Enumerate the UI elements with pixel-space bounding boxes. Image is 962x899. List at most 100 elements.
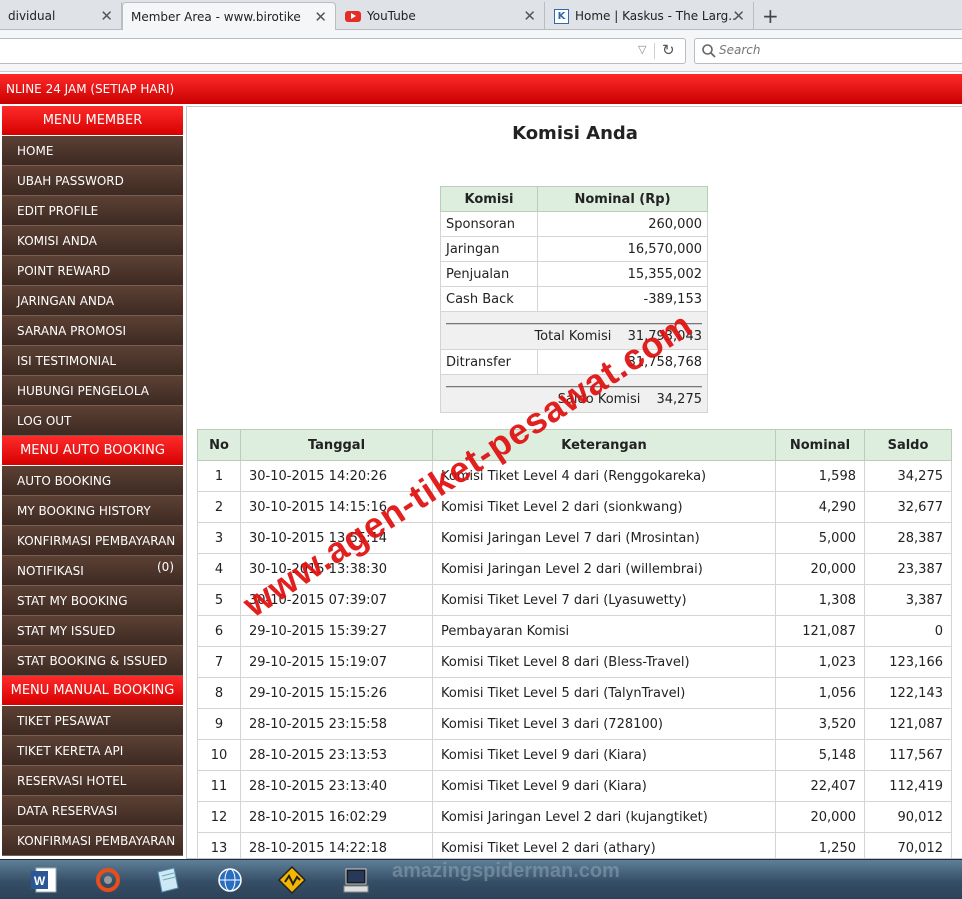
search-icon [702,44,716,58]
sidebar-item-isi-testimonial[interactable]: ISI TESTIMONIAL [2,346,183,376]
tab-label: YouTube [367,9,416,23]
row-description: Komisi Jaringan Level 2 dari (kujangtike… [432,801,776,833]
history-dropdown-icon[interactable]: ▽ [638,43,646,56]
row-nominal: 1,056 [775,677,865,709]
column-header: Nominal [775,429,865,461]
tab-member-area[interactable]: Member Area - www.birotiket.... ✕ [122,2,336,31]
notification-count-badge: (0) [157,560,174,574]
sidebar-item-konfirmasi-pembayaran-manual[interactable]: KONFIRMASI PEMBAYARAN [2,826,183,856]
sidebar-item-sarana-promosi[interactable]: SARANA PROMOSI [2,316,183,346]
row-saldo: 23,387 [864,553,952,585]
app-icon[interactable] [92,864,124,896]
taskbar-wallpaper-text: amazingspiderman.com [392,860,620,882]
sidebar-item-jaringan-anda[interactable]: JARINGAN ANDA [2,286,183,316]
winamp-icon[interactable] [276,864,308,896]
row-description: Komisi Tiket Level 9 dari (Kiara) [432,739,776,771]
table-row: 12 28-10-2015 16:02:29 Komisi Jaringan Lev… [197,801,952,833]
tab-kaskus[interactable]: K Home | Kaskus - The Larg... ✕ [546,2,754,30]
row-date: 28-10-2015 23:13:53 [240,739,433,771]
sidebar-item-reservasi-hotel[interactable]: RESERVASI HOTEL [2,766,183,796]
row-saldo: 0 [864,615,952,647]
sidebar-item-stat-my-booking[interactable]: STAT MY BOOKING [2,586,183,616]
main-content: Komisi Anda Komisi Nominal (Rp) Sponsora… [186,106,962,859]
row-saldo: 32,677 [864,491,952,523]
row-description: Komisi Tiket Level 5 dari (TalynTravel) [432,677,776,709]
row-number: 4 [197,553,241,585]
sidebar-item-komisi-anda[interactable]: KOMISI ANDA [2,226,183,256]
tab-individual[interactable]: dividual ✕ [0,2,122,30]
row-nominal: 5,000 [775,522,865,554]
notepad-icon[interactable] [152,864,184,896]
tab-label: dividual [8,9,56,23]
table-row: 9 28-10-2015 23:15:58 Komisi Tiket Level 3… [197,708,952,740]
table-row: 2 30-10-2015 14:15:16 Komisi Tiket Level 2… [197,491,952,523]
search-input[interactable] [719,43,949,57]
commission-value: 16,570,000 [537,236,708,262]
sidebar-item-data-reservasi[interactable]: DATA RESERVASI [2,796,183,826]
row-saldo: 34,275 [864,460,952,492]
sidebar-item-edit-profile[interactable]: EDIT PROFILE [2,196,183,226]
sidebar-item-ubah-password[interactable]: UBAH PASSWORD [2,166,183,196]
table-header-row: Komisi Nominal (Rp) [440,186,708,212]
table-row: 13 28-10-2015 14:22:18 Komisi Tiket Level … [197,832,952,858]
row-saldo: 90,012 [864,801,952,833]
sidebar-item-stat-booking-issued[interactable]: STAT BOOKING & ISSUED [2,646,183,676]
sidebar-item-label: NOTIFIKASI [17,564,84,578]
sidebar-item-tiket-kereta-api[interactable]: TIKET KERETA API [2,736,183,766]
history-rows: 1 30-10-2015 14:20:26 Komisi Tiket Level 4… [197,460,952,858]
table-row: 6 29-10-2015 15:39:27 Pembayaran Komisi 121… [197,615,952,647]
row-number: 5 [197,584,241,616]
sidebar-menu: MENU MEMBER HOME UBAH PASSWORD EDIT PROF… [2,106,183,859]
sidebar-item-my-booking-history[interactable]: MY BOOKING HISTORY [2,496,183,526]
table-row: 11 28-10-2015 23:13:40 Komisi Tiket Level … [197,770,952,802]
table-row: 1 30-10-2015 14:20:26 Komisi Tiket Level 4… [197,460,952,492]
sidebar-item-point-reward[interactable]: POINT REWARD [2,256,183,286]
close-icon[interactable]: ✕ [732,7,745,25]
tab-youtube[interactable]: YouTube ✕ [337,2,545,30]
row-number: 13 [197,832,241,858]
sidebar-item-stat-my-issued[interactable]: STAT MY ISSUED [2,616,183,646]
close-icon[interactable]: ✕ [314,8,327,26]
sidebar-item-log-out[interactable]: LOG OUT [2,406,183,436]
sidebar-item-hubungi-pengelola[interactable]: HUBUNGI PENGELOLA [2,376,183,406]
row-saldo: 28,387 [864,522,952,554]
row-description: Komisi Tiket Level 2 dari (sionkwang) [432,491,776,523]
windows-taskbar: amazingspiderman.com W [0,859,962,899]
row-description: Komisi Tiket Level 2 dari (athary) [432,832,776,858]
url-bar[interactable]: ▽ ↻ [0,38,686,64]
row-saldo: 123,166 [864,646,952,678]
row-description: Komisi Tiket Level 3 dari (728100) [432,708,776,740]
row-nominal: 20,000 [775,801,865,833]
table-row: Penjualan 15,355,002 [440,261,708,287]
row-saldo: 70,012 [864,832,952,858]
commission-label: Penjualan [440,261,538,287]
close-icon[interactable]: ✕ [100,7,113,25]
transfer-label: Ditransfer [440,349,538,375]
sidebar-item-konfirmasi-pembayaran[interactable]: KONFIRMASI PEMBAYARAN [2,526,183,556]
row-number: 3 [197,522,241,554]
new-tab-button[interactable]: + [762,4,779,28]
search-box[interactable] [694,38,962,64]
word-icon[interactable]: W [28,864,60,896]
sidebar-item-home[interactable]: HOME [2,136,183,166]
row-number: 1 [197,460,241,492]
row-date: 28-10-2015 23:13:40 [240,770,433,802]
globe-icon[interactable] [214,864,246,896]
row-date: 28-10-2015 23:15:58 [240,708,433,740]
kaskus-icon: K [554,8,569,24]
youtube-icon [345,10,361,22]
row-date: 29-10-2015 15:39:27 [240,615,433,647]
row-description: Komisi Jaringan Level 7 dari (Mrosintan) [432,522,776,554]
reload-icon[interactable]: ↻ [662,41,675,59]
row-number: 6 [197,615,241,647]
close-icon[interactable]: ✕ [523,7,536,25]
computer-icon[interactable] [340,864,372,896]
sidebar-item-notifikasi[interactable]: NOTIFIKASI (0) [2,556,183,586]
column-header: Komisi [440,186,538,212]
commission-history-table: No Tanggal Keterangan Nominal Saldo 1 30-… [197,429,952,858]
row-saldo: 121,087 [864,708,952,740]
row-description: Komisi Tiket Level 7 dari (Lyasuwetty) [432,584,776,616]
sidebar-item-auto-booking[interactable]: AUTO BOOKING [2,466,183,496]
sidebar-item-tiket-pesawat[interactable]: TIKET PESAWAT [2,706,183,736]
saldo-value: 34,275 [656,392,703,407]
